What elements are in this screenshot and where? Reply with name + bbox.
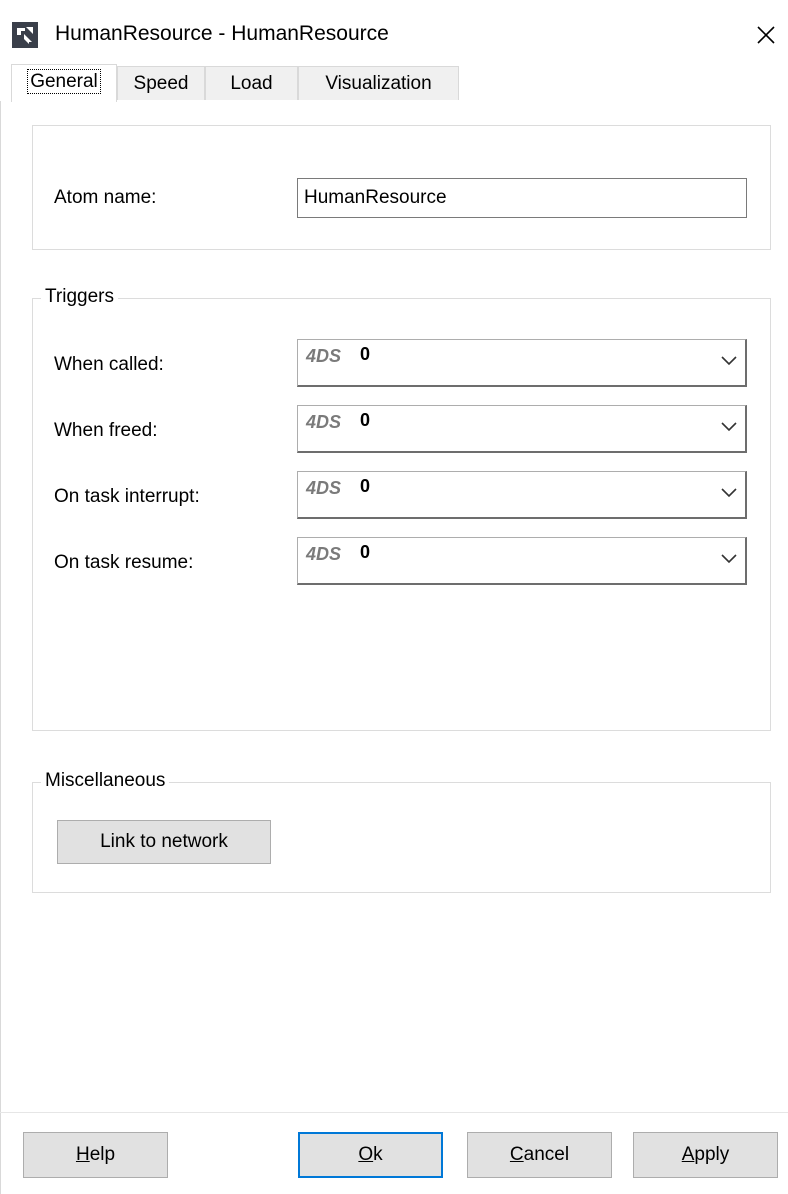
ok-label: k — [373, 1144, 383, 1165]
on-task-resume-combo[interactable]: 4DS 0 — [297, 537, 747, 585]
miscellaneous-group: Miscellaneous Link to network — [32, 770, 771, 893]
cancel-mnemonic: C — [509, 1144, 524, 1165]
chevron-down-icon[interactable] — [721, 354, 737, 366]
help-mnemonic: H — [75, 1144, 90, 1165]
apply-label: pply — [694, 1144, 730, 1165]
atom-name-group: Atom name: HumanResource — [32, 125, 771, 250]
apply-button[interactable]: Apply — [633, 1132, 778, 1178]
close-icon[interactable] — [756, 25, 776, 45]
help-button[interactable]: Help — [23, 1132, 168, 1178]
when-freed-label: When freed: — [54, 420, 158, 441]
on-task-resume-label: On task resume: — [54, 552, 194, 573]
cancel-button[interactable]: Cancel — [467, 1132, 612, 1178]
apply-mnemonic: A — [681, 1144, 695, 1165]
link-to-network-button[interactable]: Link to network — [57, 820, 271, 864]
ok-button[interactable]: Ok — [298, 1132, 443, 1178]
tab-visualization[interactable]: Visualization — [298, 66, 459, 100]
when-called-combo[interactable]: 4DS 0 — [297, 339, 747, 387]
tab-strip: General Speed Load Visualization — [0, 64, 788, 102]
triggers-legend: Triggers — [41, 286, 118, 308]
when-freed-combo[interactable]: 4DS 0 — [297, 405, 747, 453]
tab-load-label: Load — [230, 73, 273, 94]
on-task-interrupt-value: 0 — [360, 476, 371, 496]
miscellaneous-legend: Miscellaneous — [41, 770, 170, 792]
4ds-prefix: 4DS — [306, 544, 342, 564]
cancel-label: ancel — [523, 1144, 570, 1165]
when-called-value: 0 — [360, 344, 371, 364]
when-freed-value: 0 — [360, 410, 371, 430]
window-title: HumanResource - HumanResource — [55, 22, 389, 45]
close-button[interactable] — [744, 12, 788, 58]
4ds-prefix: 4DS — [306, 346, 342, 366]
4ds-prefix: 4DS — [306, 412, 342, 432]
help-label: elp — [89, 1144, 116, 1165]
ok-mnemonic: O — [358, 1144, 374, 1165]
tab-general-label: General — [27, 69, 101, 94]
tab-load[interactable]: Load — [205, 66, 298, 100]
on-task-interrupt-label: On task interrupt: — [54, 486, 200, 507]
4ds-prefix: 4DS — [306, 478, 342, 498]
title-bar: HumanResource - HumanResource — [0, 0, 788, 66]
dialog-window: HumanResource - HumanResource General Sp… — [0, 0, 788, 1194]
chevron-down-icon[interactable] — [721, 420, 737, 432]
when-called-label: When called: — [54, 354, 164, 375]
atom-name-label: Atom name: — [54, 187, 157, 208]
chevron-down-icon[interactable] — [721, 552, 737, 564]
on-task-resume-value: 0 — [360, 542, 371, 562]
tab-speed[interactable]: Speed — [117, 66, 205, 100]
atom-name-input[interactable]: HumanResource — [297, 178, 747, 218]
tab-general[interactable]: General — [11, 64, 117, 102]
on-task-interrupt-combo[interactable]: 4DS 0 — [297, 471, 747, 519]
chevron-down-icon[interactable] — [721, 486, 737, 498]
tab-speed-label: Speed — [133, 73, 189, 94]
tab-visualization-label: Visualization — [325, 73, 432, 94]
app-icon — [12, 22, 38, 48]
footer-divider — [0, 1112, 788, 1113]
triggers-group: Triggers When called: 4DS 0 When freed: … — [32, 286, 771, 731]
